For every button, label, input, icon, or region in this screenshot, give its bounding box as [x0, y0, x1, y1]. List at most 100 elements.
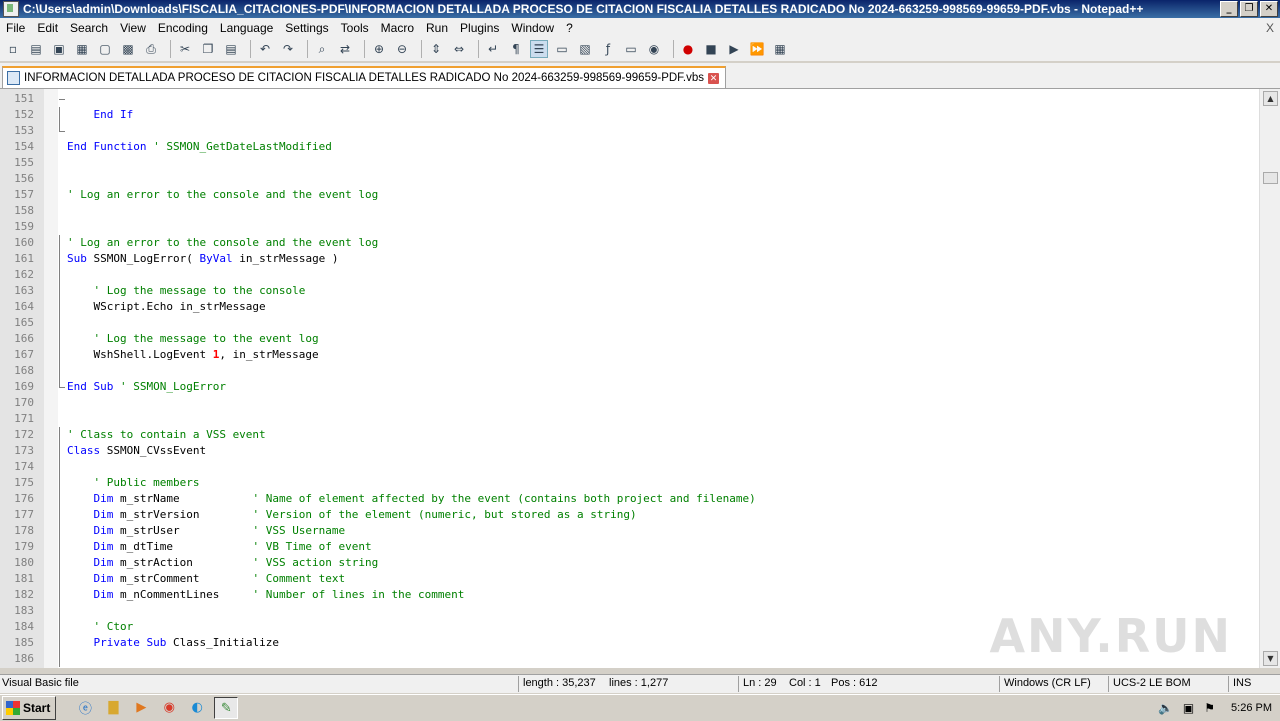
start-button[interactable]: Start — [2, 696, 57, 720]
code-line[interactable]: 179 Dim m_dtTime ' VB Time of event — [0, 539, 1258, 555]
sync-vertical-icon[interactable]: ⇕ — [427, 40, 445, 58]
clock[interactable]: 5:26 PM — [1231, 702, 1272, 714]
menu-macro[interactable]: Macro — [375, 21, 420, 35]
code-line[interactable]: 165 — [0, 315, 1258, 331]
code-line[interactable]: 153 — [0, 123, 1258, 139]
code-line[interactable]: 172 ' Class to contain a VSS event — [0, 427, 1258, 443]
code-line[interactable]: 175 ' Public members — [0, 475, 1258, 491]
close-all-icon[interactable]: ▩ — [119, 40, 137, 58]
code-line[interactable]: 174 — [0, 459, 1258, 475]
play-macro-icon[interactable]: ▶ — [725, 40, 743, 58]
code-line[interactable]: 167 WshShell.LogEvent 1, in_strMessage — [0, 347, 1258, 363]
media-player-icon[interactable]: ▶ — [130, 697, 152, 717]
record-macro-icon[interactable]: ● — [679, 40, 697, 58]
code-line[interactable]: 173 Class SSMON_CVssEvent — [0, 443, 1258, 459]
restore-button[interactable]: ❐ — [1240, 1, 1258, 17]
copy-icon[interactable]: ❐ — [199, 40, 217, 58]
play-multiple-icon[interactable]: ⏩ — [748, 40, 766, 58]
indent-guide-icon[interactable]: ☰ — [530, 40, 548, 58]
line-number: 160 — [14, 236, 34, 249]
volume-icon[interactable]: 🔈 — [1158, 701, 1173, 715]
menu-settings[interactable]: Settings — [279, 21, 334, 35]
undo-icon[interactable]: ↶ — [256, 40, 274, 58]
menu-search[interactable]: Search — [64, 21, 114, 35]
save-icon[interactable]: ▣ — [50, 40, 68, 58]
menu-plugins[interactable]: Plugins — [454, 21, 505, 35]
menu-tools[interactable]: Tools — [335, 21, 375, 35]
stop-record-icon[interactable]: ■ — [702, 40, 720, 58]
word-wrap-icon[interactable]: ↵ — [484, 40, 502, 58]
code-line[interactable]: 158 — [0, 203, 1258, 219]
folder-workspace-icon[interactable]: ▭ — [622, 40, 640, 58]
code-line[interactable]: 181 Dim m_strComment ' Comment text — [0, 571, 1258, 587]
language-define-icon[interactable]: ▭ — [553, 40, 571, 58]
code-line[interactable]: 164 WScript.Echo in_strMessage — [0, 299, 1258, 315]
zoom-in-icon[interactable]: ⊕ — [370, 40, 388, 58]
chrome-icon[interactable]: ◉ — [158, 697, 180, 717]
replace-icon[interactable]: ⇄ — [336, 40, 354, 58]
close-window-button[interactable]: ✕ — [1260, 1, 1278, 17]
notepadpp-icon[interactable]: ✎ — [214, 697, 239, 719]
edge-icon[interactable]: ◐ — [186, 697, 208, 717]
code-line[interactable]: 169 End Sub ' SSMON_LogError — [0, 379, 1258, 395]
code-line[interactable]: 182 Dim m_nCommentLines ' Number of line… — [0, 587, 1258, 603]
save-macro-icon[interactable]: ▦ — [771, 40, 789, 58]
code-line[interactable]: 170 — [0, 395, 1258, 411]
code-line[interactable]: 168 — [0, 363, 1258, 379]
code-line[interactable]: 176 Dim m_strName ' Name of element affe… — [0, 491, 1258, 507]
network-icon[interactable]: ▣ — [1183, 701, 1194, 715]
menu-edit[interactable]: Edit — [31, 21, 64, 35]
scroll-thumb[interactable] — [1263, 172, 1278, 184]
menu-window[interactable]: Window — [505, 21, 560, 35]
code-line[interactable]: 178 Dim m_strUser ' VSS Username — [0, 523, 1258, 539]
code-line[interactable]: 156 — [0, 171, 1258, 187]
code-line[interactable]: 180 Dim m_strAction ' VSS action string — [0, 555, 1258, 571]
code-editor[interactable]: 151 152 End If 153 154 End Function ' SSMON_… — [0, 89, 1280, 668]
vertical-scrollbar[interactable]: ▲ ▼ — [1259, 89, 1280, 668]
redo-icon[interactable]: ↷ — [279, 40, 297, 58]
document-tab[interactable]: INFORMACION DETALLADA PROCESO DE CITACIO… — [2, 66, 727, 88]
tab-close-button[interactable]: ✕ — [708, 72, 720, 84]
cut-icon[interactable]: ✂ — [176, 40, 194, 58]
scroll-down-arrow[interactable]: ▼ — [1263, 651, 1278, 666]
show-all-chars-icon[interactable]: ¶ — [507, 40, 525, 58]
code-line[interactable]: 162 — [0, 267, 1258, 283]
zoom-out-icon[interactable]: ⊖ — [393, 40, 411, 58]
sync-horizontal-icon[interactable]: ⇔ — [450, 40, 468, 58]
action-center-flag-icon[interactable]: ⚑ — [1204, 701, 1215, 715]
menu-help[interactable]: ? — [560, 21, 579, 35]
function-list-icon[interactable]: ƒ — [599, 40, 617, 58]
internet-explorer-icon[interactable]: ⓔ — [74, 697, 96, 717]
find-icon[interactable]: ⌕ — [313, 40, 331, 58]
menu-view[interactable]: View — [114, 21, 152, 35]
menu-file[interactable]: File — [0, 21, 31, 35]
code-line[interactable]: 159 — [0, 219, 1258, 235]
code-line[interactable]: 154 End Function ' SSMON_GetDateLastModif… — [0, 139, 1258, 155]
code-line[interactable]: 157 ' Log an error to the console and the… — [0, 187, 1258, 203]
code-line[interactable]: 177 Dim m_strVersion ' Version of the el… — [0, 507, 1258, 523]
code-line[interactable]: 151 — [0, 91, 1258, 107]
close-doc-button[interactable]: X — [1266, 21, 1274, 35]
save-all-icon[interactable]: ▦ — [73, 40, 91, 58]
paste-icon[interactable]: ▤ — [222, 40, 240, 58]
close-icon[interactable]: ▢ — [96, 40, 114, 58]
code-line[interactable]: 171 — [0, 411, 1258, 427]
code-line[interactable]: 166 ' Log the message to the event log — [0, 331, 1258, 347]
menu-encoding[interactable]: Encoding — [152, 21, 214, 35]
code-line[interactable]: 163 ' Log the message to the console — [0, 283, 1258, 299]
new-file-icon[interactable]: ▫ — [4, 40, 22, 58]
monitoring-icon[interactable]: ◉ — [645, 40, 663, 58]
code-line[interactable]: 155 — [0, 155, 1258, 171]
code-line[interactable]: 161 Sub SSMON_LogError( ByVal in_strMessa… — [0, 251, 1258, 267]
menu-run[interactable]: Run — [420, 21, 454, 35]
scroll-up-arrow[interactable]: ▲ — [1263, 91, 1278, 106]
minimize-button[interactable]: _ — [1220, 1, 1238, 17]
open-file-icon[interactable]: ▤ — [27, 40, 45, 58]
code-line[interactable]: 160 ' Log an error to the console and the… — [0, 235, 1258, 251]
menu-language[interactable]: Language — [214, 21, 279, 35]
doc-map-icon[interactable]: ▧ — [576, 40, 594, 58]
code-line[interactable]: 152 End If — [0, 107, 1258, 123]
print-icon[interactable]: ⎙ — [142, 40, 160, 58]
file-explorer-icon[interactable]: ▇ — [102, 697, 124, 717]
